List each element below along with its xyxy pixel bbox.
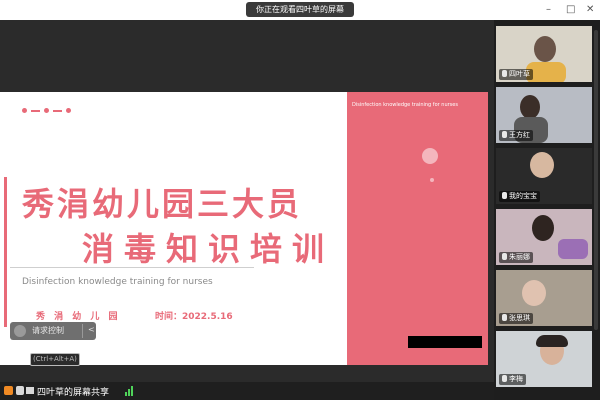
decor-circle	[422, 148, 438, 164]
participant-name: 我的宝宝	[499, 191, 540, 202]
sharer-label: 四叶草的屏幕共享	[37, 388, 110, 398]
screen-share-area: Disinfection knowledge training for nurs…	[0, 20, 494, 382]
mic-icon	[502, 70, 507, 77]
mic-icon	[502, 253, 507, 260]
participant-head	[532, 215, 554, 241]
participant-tile[interactable]: 我的宝宝	[496, 148, 592, 204]
participant-name: 张思琪	[499, 313, 533, 324]
participant-name: 李梅	[499, 374, 526, 385]
participant-tile[interactable]: 朱丽娜	[496, 209, 592, 265]
toolbar-separator	[82, 324, 83, 338]
slide-title-line2: 消毒知识培训	[82, 230, 335, 268]
decor-dots	[22, 107, 82, 115]
mic-icon	[502, 131, 507, 138]
chevron-left-icon[interactable]: <	[88, 325, 95, 334]
remote-control-label[interactable]: 请求控制	[32, 325, 64, 336]
decor-dot	[66, 108, 71, 113]
slide-divider	[10, 267, 254, 268]
participant-body	[558, 239, 588, 259]
slide-date: 时间：2022.5.16	[155, 312, 233, 322]
participant-head	[522, 280, 546, 306]
minimize-icon[interactable]: –	[546, 3, 551, 17]
participant-tile[interactable]: 王方红	[496, 87, 592, 143]
participant-tile[interactable]: 四叶草	[496, 26, 592, 82]
participant-tile[interactable]: 李梅	[496, 331, 592, 387]
participant-name: 王方红	[499, 130, 533, 141]
maximize-icon[interactable]: □	[566, 3, 575, 17]
slide-school-name: 秀 涓 幼 儿 园	[36, 312, 121, 322]
slide-title-line1: 秀涓幼儿园三大员	[22, 185, 303, 223]
participant-head	[530, 152, 554, 178]
decor-circle	[430, 178, 434, 182]
bottom-status-bar: 四叶草的屏幕共享	[0, 382, 494, 400]
share-user-icon	[4, 386, 13, 395]
slide-pink-subtitle: Disinfection knowledge training for nurs…	[352, 102, 458, 108]
participant-name: 四叶草	[499, 69, 533, 80]
participant-head	[520, 95, 540, 119]
participant-name: 朱丽娜	[499, 252, 533, 263]
participants-scrollbar[interactable]	[594, 30, 598, 330]
remote-control-icon	[14, 325, 26, 337]
participant-tile[interactable]: 张思琪	[496, 270, 592, 326]
slide-pink-panel	[347, 92, 488, 365]
participants-panel: 四叶草 王方红 我的宝宝 朱丽娜 张思琪 李梅	[494, 20, 600, 400]
shortcut-hint: (Ctrl+Alt+A)	[30, 353, 80, 366]
decor-dot	[22, 108, 27, 113]
close-icon[interactable]: ✕	[586, 3, 594, 17]
screen-icon	[26, 387, 34, 394]
mic-icon	[16, 386, 24, 395]
mic-icon	[502, 314, 507, 321]
participant-head	[534, 36, 556, 62]
slide-subtitle: Disinfection knowledge training for nurs…	[22, 277, 213, 287]
signal-icon	[125, 386, 135, 396]
decor-dash	[31, 110, 40, 112]
share-indicator[interactable]: 你正在观看四叶草的屏幕	[246, 2, 354, 17]
mic-icon	[502, 192, 507, 199]
mic-icon	[502, 375, 507, 382]
decor-dash	[53, 110, 62, 112]
slide-left-bar	[4, 177, 7, 327]
decor-dot	[44, 108, 49, 113]
remote-control-toolbar[interactable]: 请求控制 <	[10, 322, 96, 340]
redacted-box	[408, 336, 482, 348]
participant-hair	[536, 335, 568, 347]
